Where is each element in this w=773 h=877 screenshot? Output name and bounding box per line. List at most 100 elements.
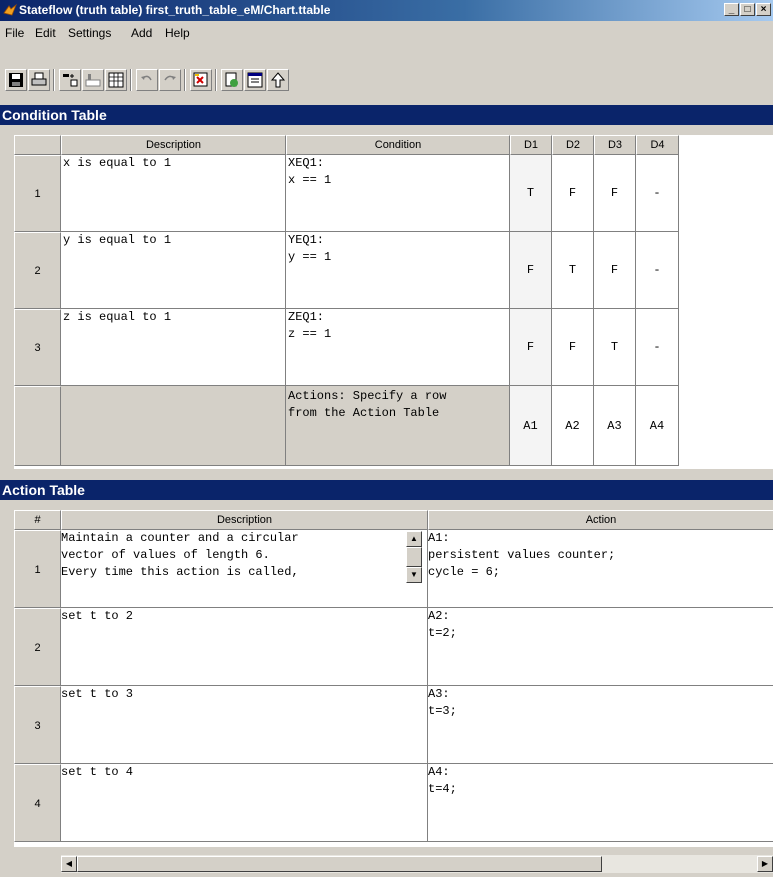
- column-header-d3[interactable]: D3: [594, 135, 636, 155]
- condition-label: XEQ1:: [288, 156, 325, 170]
- column-header-number[interactable]: #: [14, 510, 61, 530]
- action-line: t=4;: [428, 782, 457, 796]
- save-button[interactable]: [5, 69, 27, 91]
- condition-cell[interactable]: XEQ1: x == 1: [286, 155, 510, 232]
- row-header-4[interactable]: 4: [14, 764, 61, 842]
- toolbar-separator: [184, 69, 186, 91]
- action-line: A1:: [428, 531, 450, 545]
- scroll-thumb[interactable]: [406, 547, 422, 567]
- add-column-icon: [85, 74, 101, 87]
- toolbar-separator: [130, 69, 132, 91]
- action-assignment-cell[interactable]: A2: [552, 386, 594, 466]
- decision-cell[interactable]: T: [594, 309, 636, 386]
- menu-help[interactable]: Help: [165, 26, 190, 40]
- decision-cell[interactable]: F: [594, 155, 636, 232]
- action-code-cell[interactable]: A1: persistent values counter; cycle = 6…: [428, 530, 773, 608]
- diagnose-button[interactable]: [190, 69, 212, 91]
- condition-label: YEQ1:: [288, 233, 325, 247]
- row-header-3[interactable]: 3: [14, 309, 61, 386]
- decision-cell[interactable]: F: [510, 309, 552, 386]
- properties-button[interactable]: [244, 69, 266, 91]
- row-header-2[interactable]: 2: [14, 608, 61, 686]
- condition-expression: y == 1: [288, 250, 332, 264]
- action-assignment-cell[interactable]: A3: [594, 386, 636, 466]
- column-header-d4[interactable]: D4: [636, 135, 679, 155]
- decision-cell[interactable]: T: [510, 155, 552, 232]
- actions-instruction-cell: Actions: Specify a row from the Action T…: [286, 386, 510, 466]
- scroll-left-button[interactable]: ◀: [61, 856, 77, 872]
- actions-description-cell: [61, 386, 286, 466]
- add-row-button[interactable]: [59, 69, 81, 91]
- decision-cell[interactable]: -: [636, 232, 679, 309]
- decision-cell[interactable]: F: [594, 232, 636, 309]
- action-line: A2:: [428, 609, 450, 623]
- action-description-cell[interactable]: set t to 2: [61, 608, 428, 686]
- condition-description-cell[interactable]: y is equal to 1: [61, 232, 286, 309]
- decision-cell[interactable]: T: [552, 232, 594, 309]
- action-code-cell[interactable]: A2: t=2;: [428, 608, 773, 686]
- description-line: vector of values of length 6.: [61, 548, 270, 562]
- edit-data-button[interactable]: [221, 69, 243, 91]
- toolbar-separator: [53, 69, 55, 91]
- actions-instruction-line2: from the Action Table: [288, 406, 440, 420]
- column-header-d2[interactable]: D2: [552, 135, 594, 155]
- column-header-condition[interactable]: Condition: [286, 135, 510, 155]
- menu-file[interactable]: File: [5, 26, 24, 40]
- table-icon: [108, 72, 124, 88]
- action-code-cell[interactable]: A4: t=4;: [428, 764, 773, 842]
- action-line: t=3;: [428, 704, 457, 718]
- decision-cell[interactable]: -: [636, 155, 679, 232]
- condition-description-cell[interactable]: x is equal to 1: [61, 155, 286, 232]
- maximize-button[interactable]: □: [740, 3, 755, 16]
- go-to-parent-icon: [270, 72, 286, 88]
- action-line: persistent values counter;: [428, 548, 616, 562]
- action-line: cycle = 6;: [428, 565, 501, 579]
- column-header-action[interactable]: Action: [428, 510, 773, 530]
- menu-edit[interactable]: Edit: [35, 26, 56, 40]
- add-column-button[interactable]: [82, 69, 104, 91]
- action-assignment-cell[interactable]: A1: [510, 386, 552, 466]
- horizontal-scrollbar[interactable]: ◀ ▶: [61, 855, 773, 873]
- column-header-d1[interactable]: D1: [510, 135, 552, 155]
- minimize-button[interactable]: _: [724, 3, 739, 16]
- action-description-cell[interactable]: set t to 4: [61, 764, 428, 842]
- go-to-parent-button[interactable]: [267, 69, 289, 91]
- print-button[interactable]: [28, 69, 50, 91]
- action-assignment-cell[interactable]: A4: [636, 386, 679, 466]
- condition-description-cell[interactable]: z is equal to 1: [61, 309, 286, 386]
- row-header-2[interactable]: 2: [14, 232, 61, 309]
- action-code-cell[interactable]: A3: t=3;: [428, 686, 773, 764]
- window-title: Stateflow (truth table) first_truth_tabl…: [19, 3, 331, 17]
- action-description-cell[interactable]: set t to 3: [61, 686, 428, 764]
- scroll-down-button[interactable]: ▼: [406, 567, 422, 583]
- corner-header: [14, 135, 61, 155]
- scroll-up-button[interactable]: ▲: [406, 531, 422, 547]
- scroll-right-button[interactable]: ▶: [757, 856, 773, 872]
- decision-cell[interactable]: -: [636, 309, 679, 386]
- row-header-1[interactable]: 1: [14, 155, 61, 232]
- decision-cell[interactable]: F: [552, 155, 594, 232]
- condition-table-header: Condition Table: [0, 105, 773, 125]
- close-button[interactable]: ×: [756, 3, 771, 16]
- row-header-3[interactable]: 3: [14, 686, 61, 764]
- redo-button[interactable]: [159, 69, 181, 91]
- menu-settings[interactable]: Settings: [68, 26, 111, 40]
- decision-cell[interactable]: F: [510, 232, 552, 309]
- column-header-description[interactable]: Description: [61, 510, 428, 530]
- row-header-1[interactable]: 1: [14, 530, 61, 608]
- decision-cell[interactable]: F: [552, 309, 594, 386]
- column-header-description[interactable]: Description: [61, 135, 286, 155]
- action-description-cell[interactable]: Maintain a counter and a circular vector…: [61, 530, 428, 608]
- undo-button[interactable]: [136, 69, 158, 91]
- redo-icon: [164, 75, 176, 81]
- action-table-header: Action Table: [0, 480, 773, 500]
- description-line: set t to 2: [61, 609, 134, 623]
- action-line: t=2;: [428, 626, 457, 640]
- menu-add[interactable]: Add: [131, 26, 152, 40]
- row-header-actions[interactable]: [14, 386, 61, 466]
- table-button[interactable]: [105, 69, 127, 91]
- condition-cell[interactable]: YEQ1: y == 1: [286, 232, 510, 309]
- condition-cell[interactable]: ZEQ1: z == 1: [286, 309, 510, 386]
- horizontal-scroll-thumb[interactable]: [77, 856, 602, 872]
- stateflow-app-icon: [3, 3, 17, 16]
